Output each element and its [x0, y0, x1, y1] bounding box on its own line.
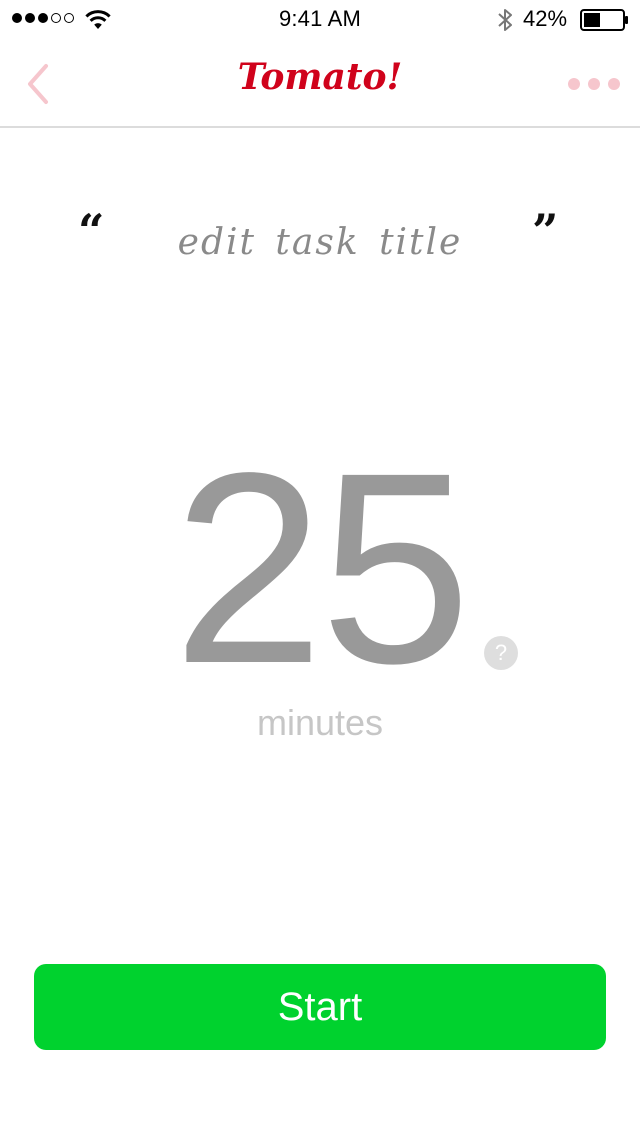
close-quote-mark: ”: [532, 204, 559, 258]
start-button[interactable]: Start: [34, 964, 606, 1050]
timer-minutes-value[interactable]: 25: [0, 432, 640, 704]
more-dots-icon[interactable]: [568, 70, 620, 98]
task-title-field[interactable]: edit task title: [120, 222, 520, 263]
status-bar: 9:41 AM 42%: [0, 0, 640, 40]
nav-bar: Tomato!: [0, 40, 640, 128]
bluetooth-icon: [498, 9, 512, 31]
app-title: Tomato!: [237, 56, 403, 98]
open-quote-mark: “: [78, 204, 105, 258]
battery-icon: [580, 9, 628, 31]
battery-percent: 42%: [523, 6, 568, 31]
help-icon[interactable]: ?: [484, 636, 518, 670]
timer-unit-label: minutes: [256, 702, 384, 743]
